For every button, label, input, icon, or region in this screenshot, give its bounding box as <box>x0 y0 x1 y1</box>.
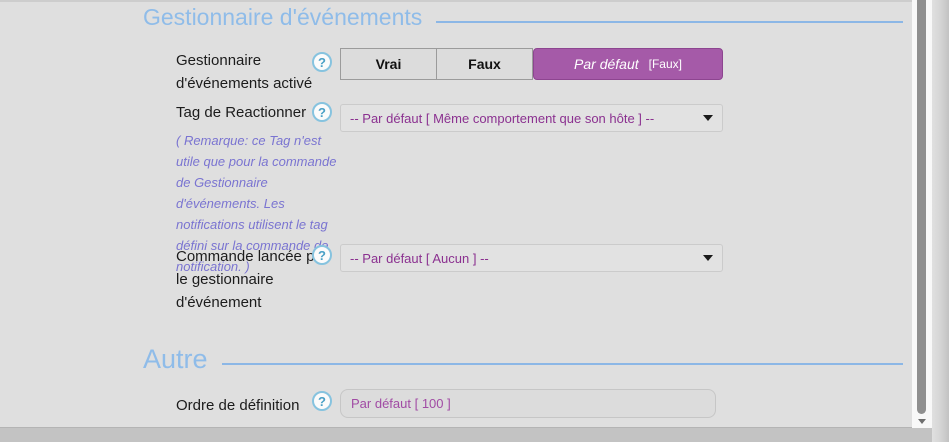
scroll-down-arrow-icon <box>918 419 926 424</box>
section-title-event-handler: Gestionnaire d'événements <box>143 4 422 31</box>
question-mark-glyph: ? <box>318 248 326 263</box>
question-mark-glyph: ? <box>318 394 326 409</box>
reaction-tag-selected-option: -- Par défaut [ Même comportement que so… <box>350 111 654 126</box>
section-divider-line <box>436 21 903 23</box>
handler-command-selected-option: -- Par défaut [ Aucun ] -- <box>350 251 489 266</box>
section-divider-line <box>222 363 903 365</box>
help-icon[interactable]: ? <box>312 245 332 265</box>
section-title-other: Autre <box>143 344 208 375</box>
false-button[interactable]: Faux <box>437 48 533 80</box>
event-handler-settings-page: Gestionnaire d'événements Gestionnaire d… <box>0 0 949 442</box>
default-button-label: Par défaut <box>574 56 639 72</box>
top-divider <box>0 0 949 2</box>
dropdown-arrow-icon <box>703 255 713 261</box>
dropdown-arrow-icon <box>703 115 713 121</box>
definition-order-input[interactable] <box>340 389 716 418</box>
section-header-other: Autre <box>143 344 903 375</box>
help-icon[interactable]: ? <box>312 102 332 122</box>
section-header-event-handler: Gestionnaire d'événements <box>143 4 903 31</box>
default-button-selected[interactable]: Par défaut [Faux] <box>533 48 723 80</box>
window-right-edge <box>932 0 949 442</box>
handler-command-select[interactable]: -- Par défaut [ Aucun ] -- <box>340 244 723 272</box>
vertical-scrollbar[interactable] <box>912 0 932 428</box>
scrollbar-thumb[interactable] <box>917 0 926 414</box>
field-label-event-handler-enabled: Gestionnaire d'événements activé <box>176 49 334 95</box>
reaction-tag-select[interactable]: -- Par défaut [ Même comportement que so… <box>340 104 723 132</box>
enabled-button-group: Vrai Faux Par défaut [Faux] <box>340 48 723 80</box>
question-mark-glyph: ? <box>318 55 326 70</box>
help-icon[interactable]: ? <box>312 52 332 72</box>
default-button-value: [Faux] <box>649 57 682 71</box>
true-button[interactable]: Vrai <box>340 48 437 80</box>
help-icon[interactable]: ? <box>312 391 332 411</box>
question-mark-glyph: ? <box>318 105 326 120</box>
bottom-status-bar <box>0 427 949 442</box>
scrollbar-down-button[interactable] <box>912 415 932 428</box>
